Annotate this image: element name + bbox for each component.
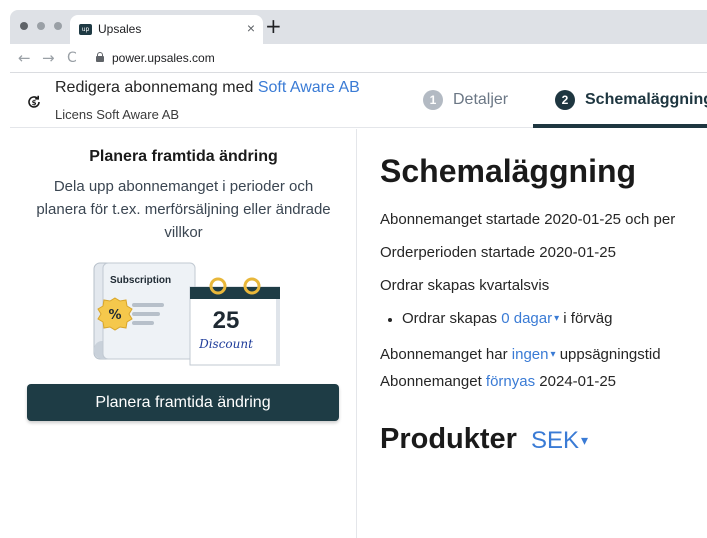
future-change-panel: Planera framtida ändring Dela upp abonne… xyxy=(10,129,357,538)
order-period-text: Orderperioden startade 2020-01-25 xyxy=(380,244,616,261)
advance-days-dropdown[interactable]: 0 dagar ▾ xyxy=(501,310,559,327)
step-number: 1 xyxy=(423,90,443,110)
advance-suffix: i förväg xyxy=(563,310,613,327)
panel-title: Planera framtida ändring xyxy=(89,148,278,165)
discount-text: Discount xyxy=(198,337,253,351)
step-scheduling[interactable]: 2 Schemaläggning xyxy=(555,90,707,110)
order-frequency-text: Ordrar skapas kvartalsvis xyxy=(380,277,550,294)
chevron-down-icon: ▾ xyxy=(550,349,556,360)
svg-text:$: $ xyxy=(32,99,37,107)
url-field[interactable]: power.upsales.com xyxy=(112,51,215,65)
order-advance-line: Ordrar skapas 0 dagar ▾ i förväg xyxy=(402,310,613,327)
panel-description: Dela upp abonnemanget i perioder och pla… xyxy=(36,178,331,241)
tab-close-icon[interactable]: × xyxy=(247,20,255,36)
step-label: Schemaläggning xyxy=(585,91,707,108)
lock-icon[interactable] xyxy=(96,52,104,62)
currency-dropdown[interactable]: SEK ▾ xyxy=(531,427,588,455)
schedule-heading: Schemaläggning xyxy=(380,153,637,189)
notice-suffix: uppsägningstid xyxy=(559,346,661,363)
company-link[interactable]: Soft Aware AB xyxy=(258,79,360,96)
active-step-indicator xyxy=(533,124,707,128)
notice-period-dropdown[interactable]: ingen ▾ xyxy=(512,346,556,363)
title-prefix: Redigera abonnemang med xyxy=(55,79,254,96)
plan-future-change-button[interactable]: Planera framtida ändring xyxy=(27,384,339,421)
step-details[interactable]: 1 Detaljer xyxy=(423,90,508,110)
step-number: 2 xyxy=(555,90,575,110)
app-header: $ Redigera abonnemang med Soft Aware AB … xyxy=(10,74,707,128)
browser-tab[interactable]: up Upsales × xyxy=(70,15,263,44)
renewal-link[interactable]: förnyas xyxy=(486,373,535,390)
step-label: Detaljer xyxy=(453,91,509,108)
products-heading: Produkter xyxy=(380,423,517,455)
chevron-down-icon: ▾ xyxy=(554,313,560,324)
subscription-start-text: Abonnemanget startade 2020-01-25 och per xyxy=(380,211,676,228)
chevron-down-icon: ▾ xyxy=(581,432,589,448)
tab-title: Upsales xyxy=(98,22,142,36)
license-subtitle: Licens Soft Aware AB xyxy=(55,107,180,122)
window-controls[interactable] xyxy=(20,22,62,30)
percent-badge-icon: % xyxy=(108,308,121,323)
subscription-icon: $ xyxy=(28,95,40,108)
schedule-panel: Schemaläggning Abonnemanget startade 202… xyxy=(358,129,707,538)
notice-period-line: Abonnemanget har ingen ▾ uppsägningstid xyxy=(380,346,661,363)
advance-prefix: Ordrar skapas xyxy=(402,310,498,327)
renew-date: 2024-01-25 xyxy=(539,373,617,390)
upsales-favicon-icon: up xyxy=(79,24,92,35)
maximize-window-dot[interactable] xyxy=(54,22,62,30)
calendar-day: 25 xyxy=(213,307,240,334)
subscription-illustration: Subscription % 25 Discount xyxy=(93,262,280,366)
new-tab-button[interactable]: + xyxy=(265,14,282,38)
back-arrow-icon[interactable]: ← xyxy=(18,49,31,67)
bullet-point xyxy=(388,318,392,322)
browser-address-bar: ← → C power.upsales.com xyxy=(10,44,707,73)
notice-prefix: Abonnemanget har xyxy=(380,346,508,363)
currency-value: SEK xyxy=(531,427,580,454)
page-title: Redigera abonnemang med Soft Aware AB xyxy=(55,79,360,97)
browser-tab-strip: up Upsales × + xyxy=(10,10,707,44)
forward-arrow-icon[interactable]: → xyxy=(42,49,55,67)
subscription-card-label: Subscription xyxy=(110,275,171,286)
renewal-line: Abonnemanget förnyas 2024-01-25 xyxy=(380,373,616,390)
advance-days-value: 0 dagar xyxy=(501,310,553,327)
close-window-dot[interactable] xyxy=(20,22,28,30)
minimize-window-dot[interactable] xyxy=(37,22,45,30)
reload-icon[interactable]: C xyxy=(67,50,77,66)
renew-prefix: Abonnemanget xyxy=(380,373,482,390)
notice-period-value: ingen xyxy=(511,346,549,363)
